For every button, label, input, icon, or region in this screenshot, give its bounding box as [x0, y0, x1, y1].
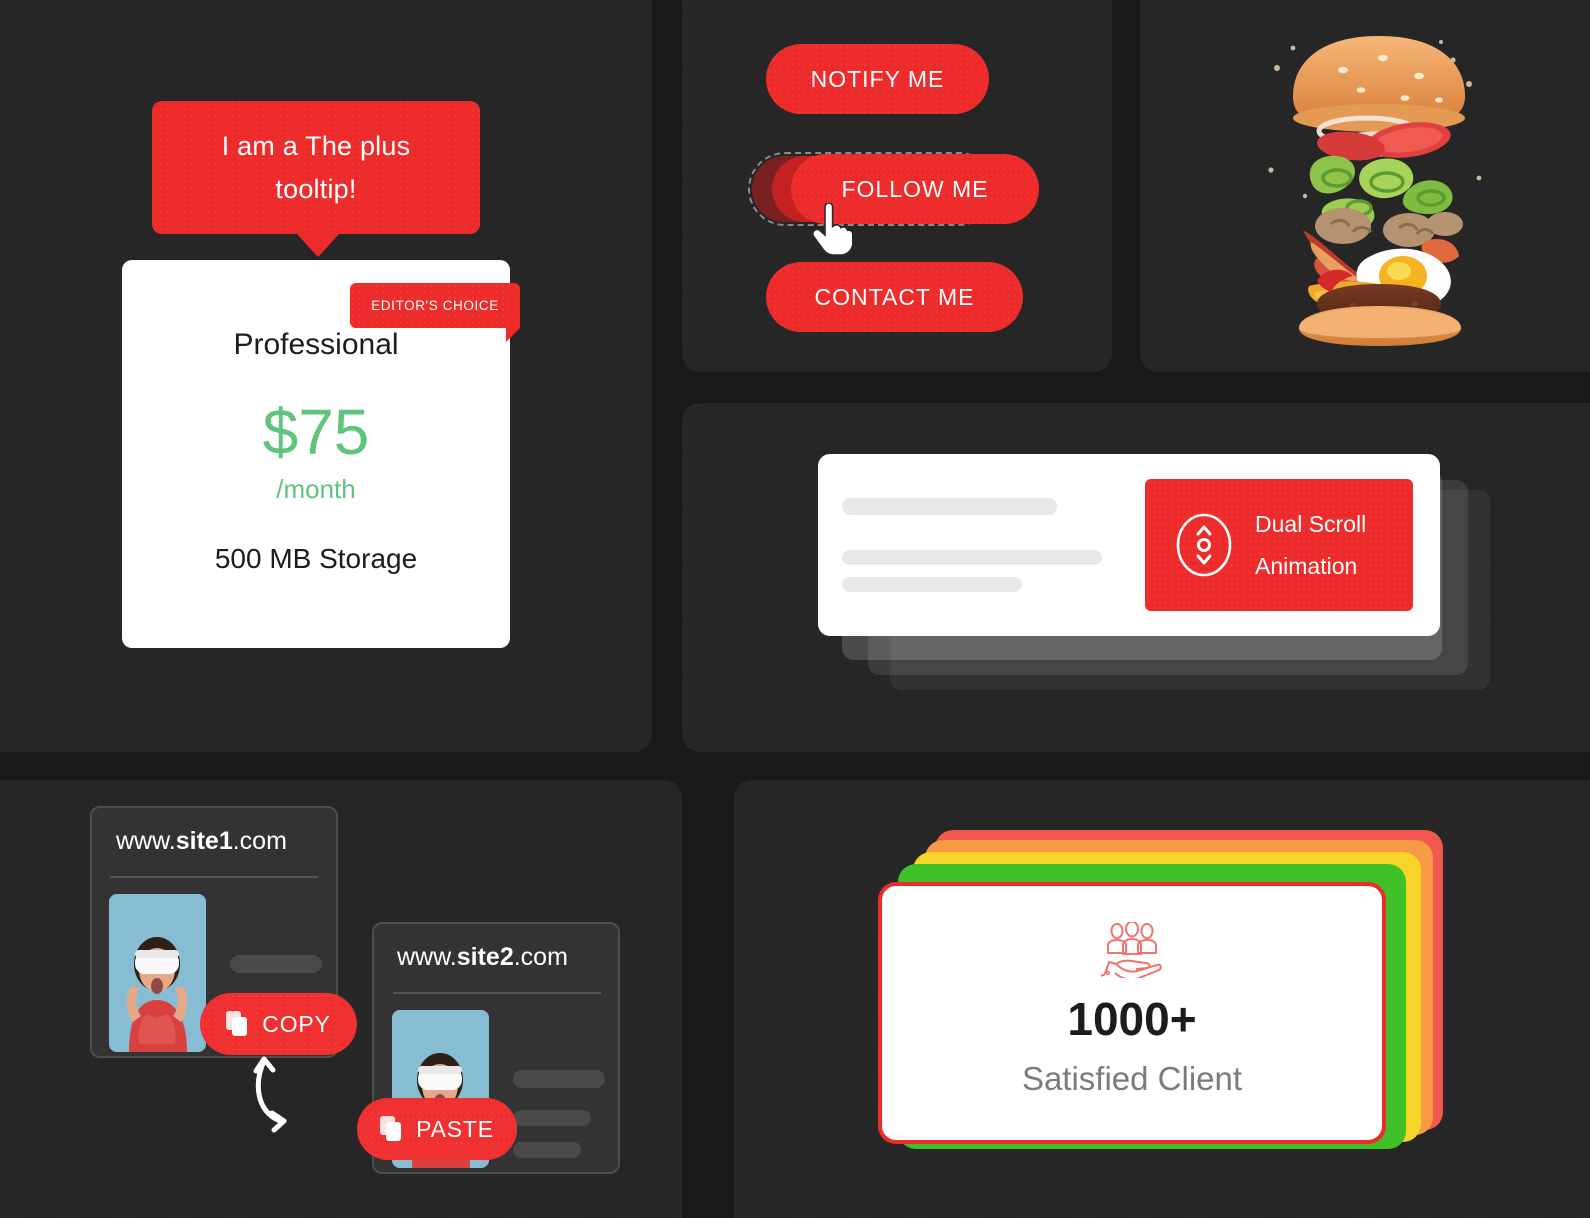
copy-button[interactable]: COPY: [200, 993, 357, 1055]
site2-url-suffix: .com: [513, 943, 568, 971]
tooltip-arrow-down-icon: [296, 233, 340, 257]
clients-label: Satisfied Client: [1021, 1060, 1243, 1097]
dual-scroll-label-line2: Animation: [1255, 553, 1358, 579]
clients-count: 1000+: [1067, 993, 1197, 1045]
dual-scroll-label: Dual Scroll Animation: [1255, 503, 1366, 587]
content-bar: [513, 1070, 605, 1088]
contact-me-button[interactable]: CONTACT ME: [766, 262, 1023, 332]
dual-scroll-label-line1: Dual Scroll: [1255, 511, 1367, 537]
site2-url-name: site2: [456, 943, 514, 971]
paste-button-label: PASTE: [416, 1115, 494, 1142]
plan-period: /month: [276, 474, 356, 504]
curved-arrow-icon: [253, 1056, 287, 1133]
site1-url: www.site1.com: [116, 827, 287, 856]
editors-choice-ribbon: EDITOR'S CHOICE: [350, 283, 520, 328]
skeleton-line: [842, 577, 1022, 592]
divider: [393, 992, 601, 994]
editors-choice-label: EDITOR'S CHOICE: [371, 298, 499, 313]
site2-url-prefix: www.: [397, 943, 457, 971]
screenshot-stage: I am a The plus tooltip! EDITOR'S CHOICE…: [0, 0, 1590, 1218]
tooltip-text: I am a The plus tooltip!: [221, 130, 411, 204]
follow-me-label: FOLLOW ME: [841, 175, 989, 202]
exploded-burger-illustration: [1268, 36, 1482, 346]
site1-url-prefix: www.: [116, 827, 176, 855]
pointing-hand-cursor-icon: [811, 203, 852, 255]
dual-scroll-arrows-icon: [1176, 513, 1232, 577]
plan-name: Professional: [233, 328, 399, 361]
notify-me-button[interactable]: NOTIFY ME: [766, 44, 989, 114]
copy-icon: [226, 1011, 248, 1036]
tooltip-bubble: I am a The plus tooltip!: [152, 101, 480, 234]
content-bar: [513, 1110, 591, 1126]
skeleton-line: [842, 498, 1057, 515]
site1-photo: [109, 894, 206, 1052]
site1-url-name: site1: [175, 827, 233, 855]
site2-url: www.site2.com: [397, 943, 568, 972]
skeleton-line: [842, 550, 1102, 565]
site1-url-suffix: .com: [232, 827, 287, 855]
paste-button[interactable]: PASTE: [357, 1098, 517, 1160]
plan-price: $75: [262, 396, 370, 468]
divider: [110, 876, 318, 878]
content-bar: [230, 955, 322, 973]
contact-me-label: CONTACT ME: [814, 283, 975, 310]
copy-button-label: COPY: [262, 1010, 331, 1037]
dual-scroll-badge[interactable]: Dual Scroll Animation: [1145, 479, 1413, 611]
clients-in-hand-icon: [1100, 922, 1162, 978]
paste-icon: [380, 1116, 402, 1141]
content-bar: [513, 1142, 581, 1158]
plan-feature: 500 MB Storage: [214, 543, 418, 574]
notify-me-label: NOTIFY ME: [810, 65, 945, 92]
